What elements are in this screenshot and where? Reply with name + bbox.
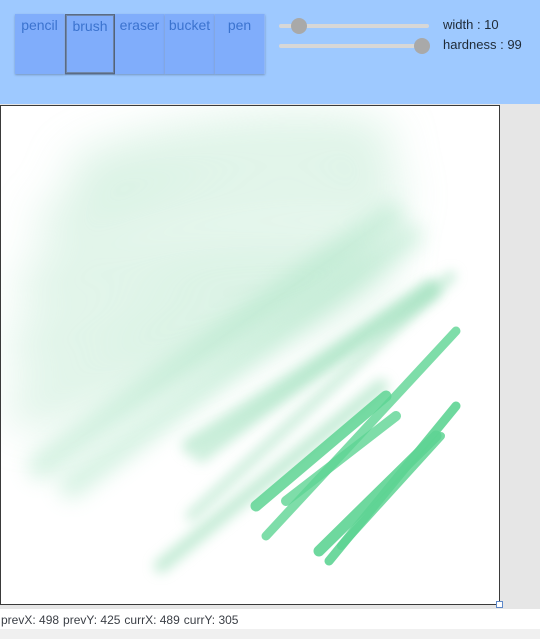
hardness-slider[interactable] <box>279 38 430 54</box>
status-bar: prevX: 498 prevY: 425 currX: 489 currY: 305 <box>0 609 540 629</box>
drawing-canvas[interactable] <box>0 105 500 605</box>
hardness-slider-track[interactable] <box>279 44 429 48</box>
prev-x-value: prevX: 498 <box>1 613 60 627</box>
toolbar: pencil brush eraser bucket pen width : 1… <box>0 0 540 104</box>
curr-x-value: currX: 489 <box>124 613 180 627</box>
canvas-drawing <box>8 114 461 573</box>
tool-bucket-button[interactable]: bucket <box>165 14 215 74</box>
width-slider-thumb[interactable] <box>290 18 307 34</box>
hardness-label: hardness : 99 <box>443 37 522 52</box>
tool-eraser-button[interactable]: eraser <box>115 14 165 74</box>
curr-y-value: currY: 305 <box>183 613 239 627</box>
coordinates-readout: prevX: 498 prevY: 425 currX: 489 currY: 305 <box>1 613 242 627</box>
width-label: width : 10 <box>443 17 499 32</box>
width-slider[interactable] <box>279 18 429 34</box>
tool-brush-button[interactable]: brush <box>65 14 115 74</box>
tool-buttons: pencil brush eraser bucket pen <box>15 14 265 74</box>
page-footer-strip <box>0 629 540 639</box>
prev-y-value: prevY: 425 <box>63 613 121 627</box>
canvas-resize-handle[interactable] <box>496 601 503 608</box>
crisp-stroke-1 <box>250 390 392 512</box>
hardness-slider-thumb[interactable] <box>413 38 430 54</box>
tool-pen-button[interactable]: pen <box>215 14 265 74</box>
tool-pencil-button[interactable]: pencil <box>15 14 65 74</box>
